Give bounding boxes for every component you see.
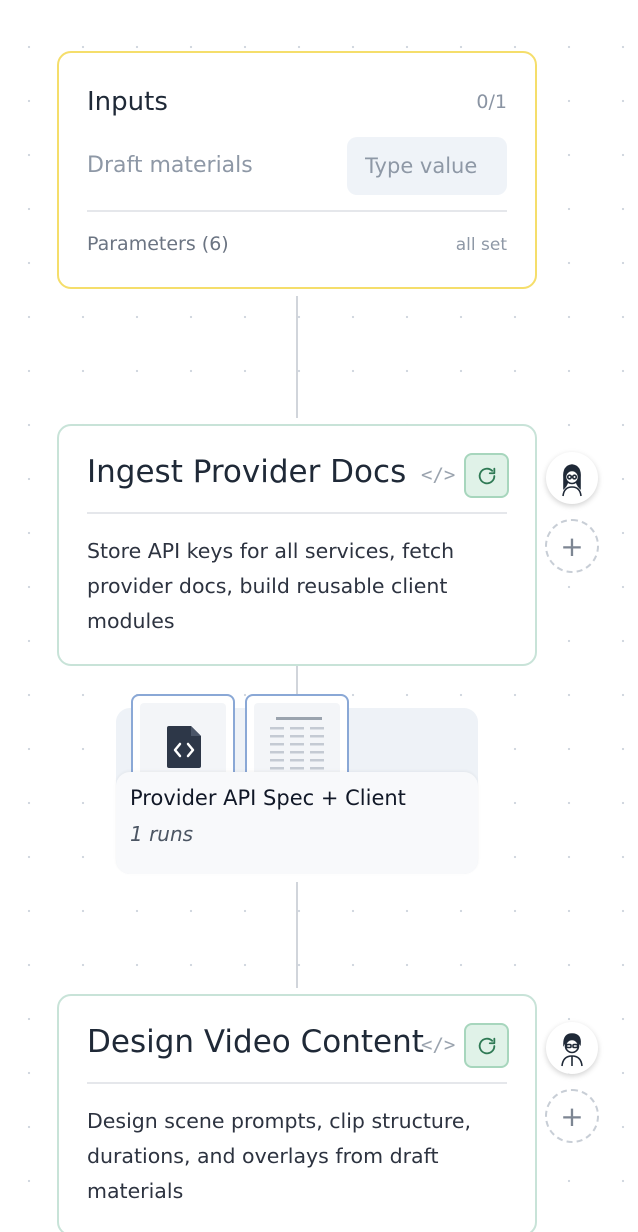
code-brackets-icon[interactable]: </> xyxy=(421,1034,455,1056)
step-title: Ingest Provider Docs xyxy=(87,454,407,490)
step-card-design-video-content[interactable]: Design Video Content </> Design scene pr… xyxy=(57,994,537,1232)
assignee-avatar[interactable] xyxy=(546,452,598,504)
parameters-toggle[interactable]: Parameters (6) xyxy=(87,233,229,255)
artifact-info[interactable]: Provider API Spec + Client 1 runs xyxy=(116,772,478,874)
divider xyxy=(87,512,507,514)
step-card-ingest-provider-docs[interactable]: Ingest Provider Docs </> Store API keys … xyxy=(57,424,537,666)
divider xyxy=(87,210,507,212)
person-avatar-icon xyxy=(562,464,582,497)
inputs-card: Inputs 0/1 Draft materials Parameters (6… xyxy=(57,51,537,289)
inputs-title: Inputs xyxy=(87,87,168,117)
code-brackets-icon[interactable]: </> xyxy=(421,464,455,486)
inputs-count-badge: 0/1 xyxy=(476,91,507,113)
step-description: Store API keys for all services, fetch p… xyxy=(87,539,455,633)
parameters-status: all set xyxy=(455,235,507,255)
artifact-run-count: 1 runs xyxy=(130,822,194,846)
refresh-icon xyxy=(478,1037,495,1054)
draft-materials-input[interactable] xyxy=(347,137,507,195)
step-title: Design Video Content xyxy=(87,1024,424,1060)
code-file-icon xyxy=(167,726,201,768)
add-assignee-button[interactable]: + xyxy=(545,519,599,573)
connector-line xyxy=(296,296,298,418)
rerun-button[interactable] xyxy=(464,1023,509,1068)
connector-line xyxy=(296,882,298,988)
step-description: Design scene prompts, clip structure, du… xyxy=(87,1109,471,1203)
rerun-button[interactable] xyxy=(464,453,509,498)
refresh-icon xyxy=(478,467,495,484)
assignee-avatar[interactable] xyxy=(546,1022,598,1074)
artifact-title: Provider API Spec + Client xyxy=(130,786,406,810)
person-avatar-icon xyxy=(561,1033,583,1067)
add-assignee-button[interactable]: + xyxy=(545,1089,599,1143)
draft-materials-label: Draft materials xyxy=(87,153,253,178)
divider xyxy=(87,1082,507,1084)
